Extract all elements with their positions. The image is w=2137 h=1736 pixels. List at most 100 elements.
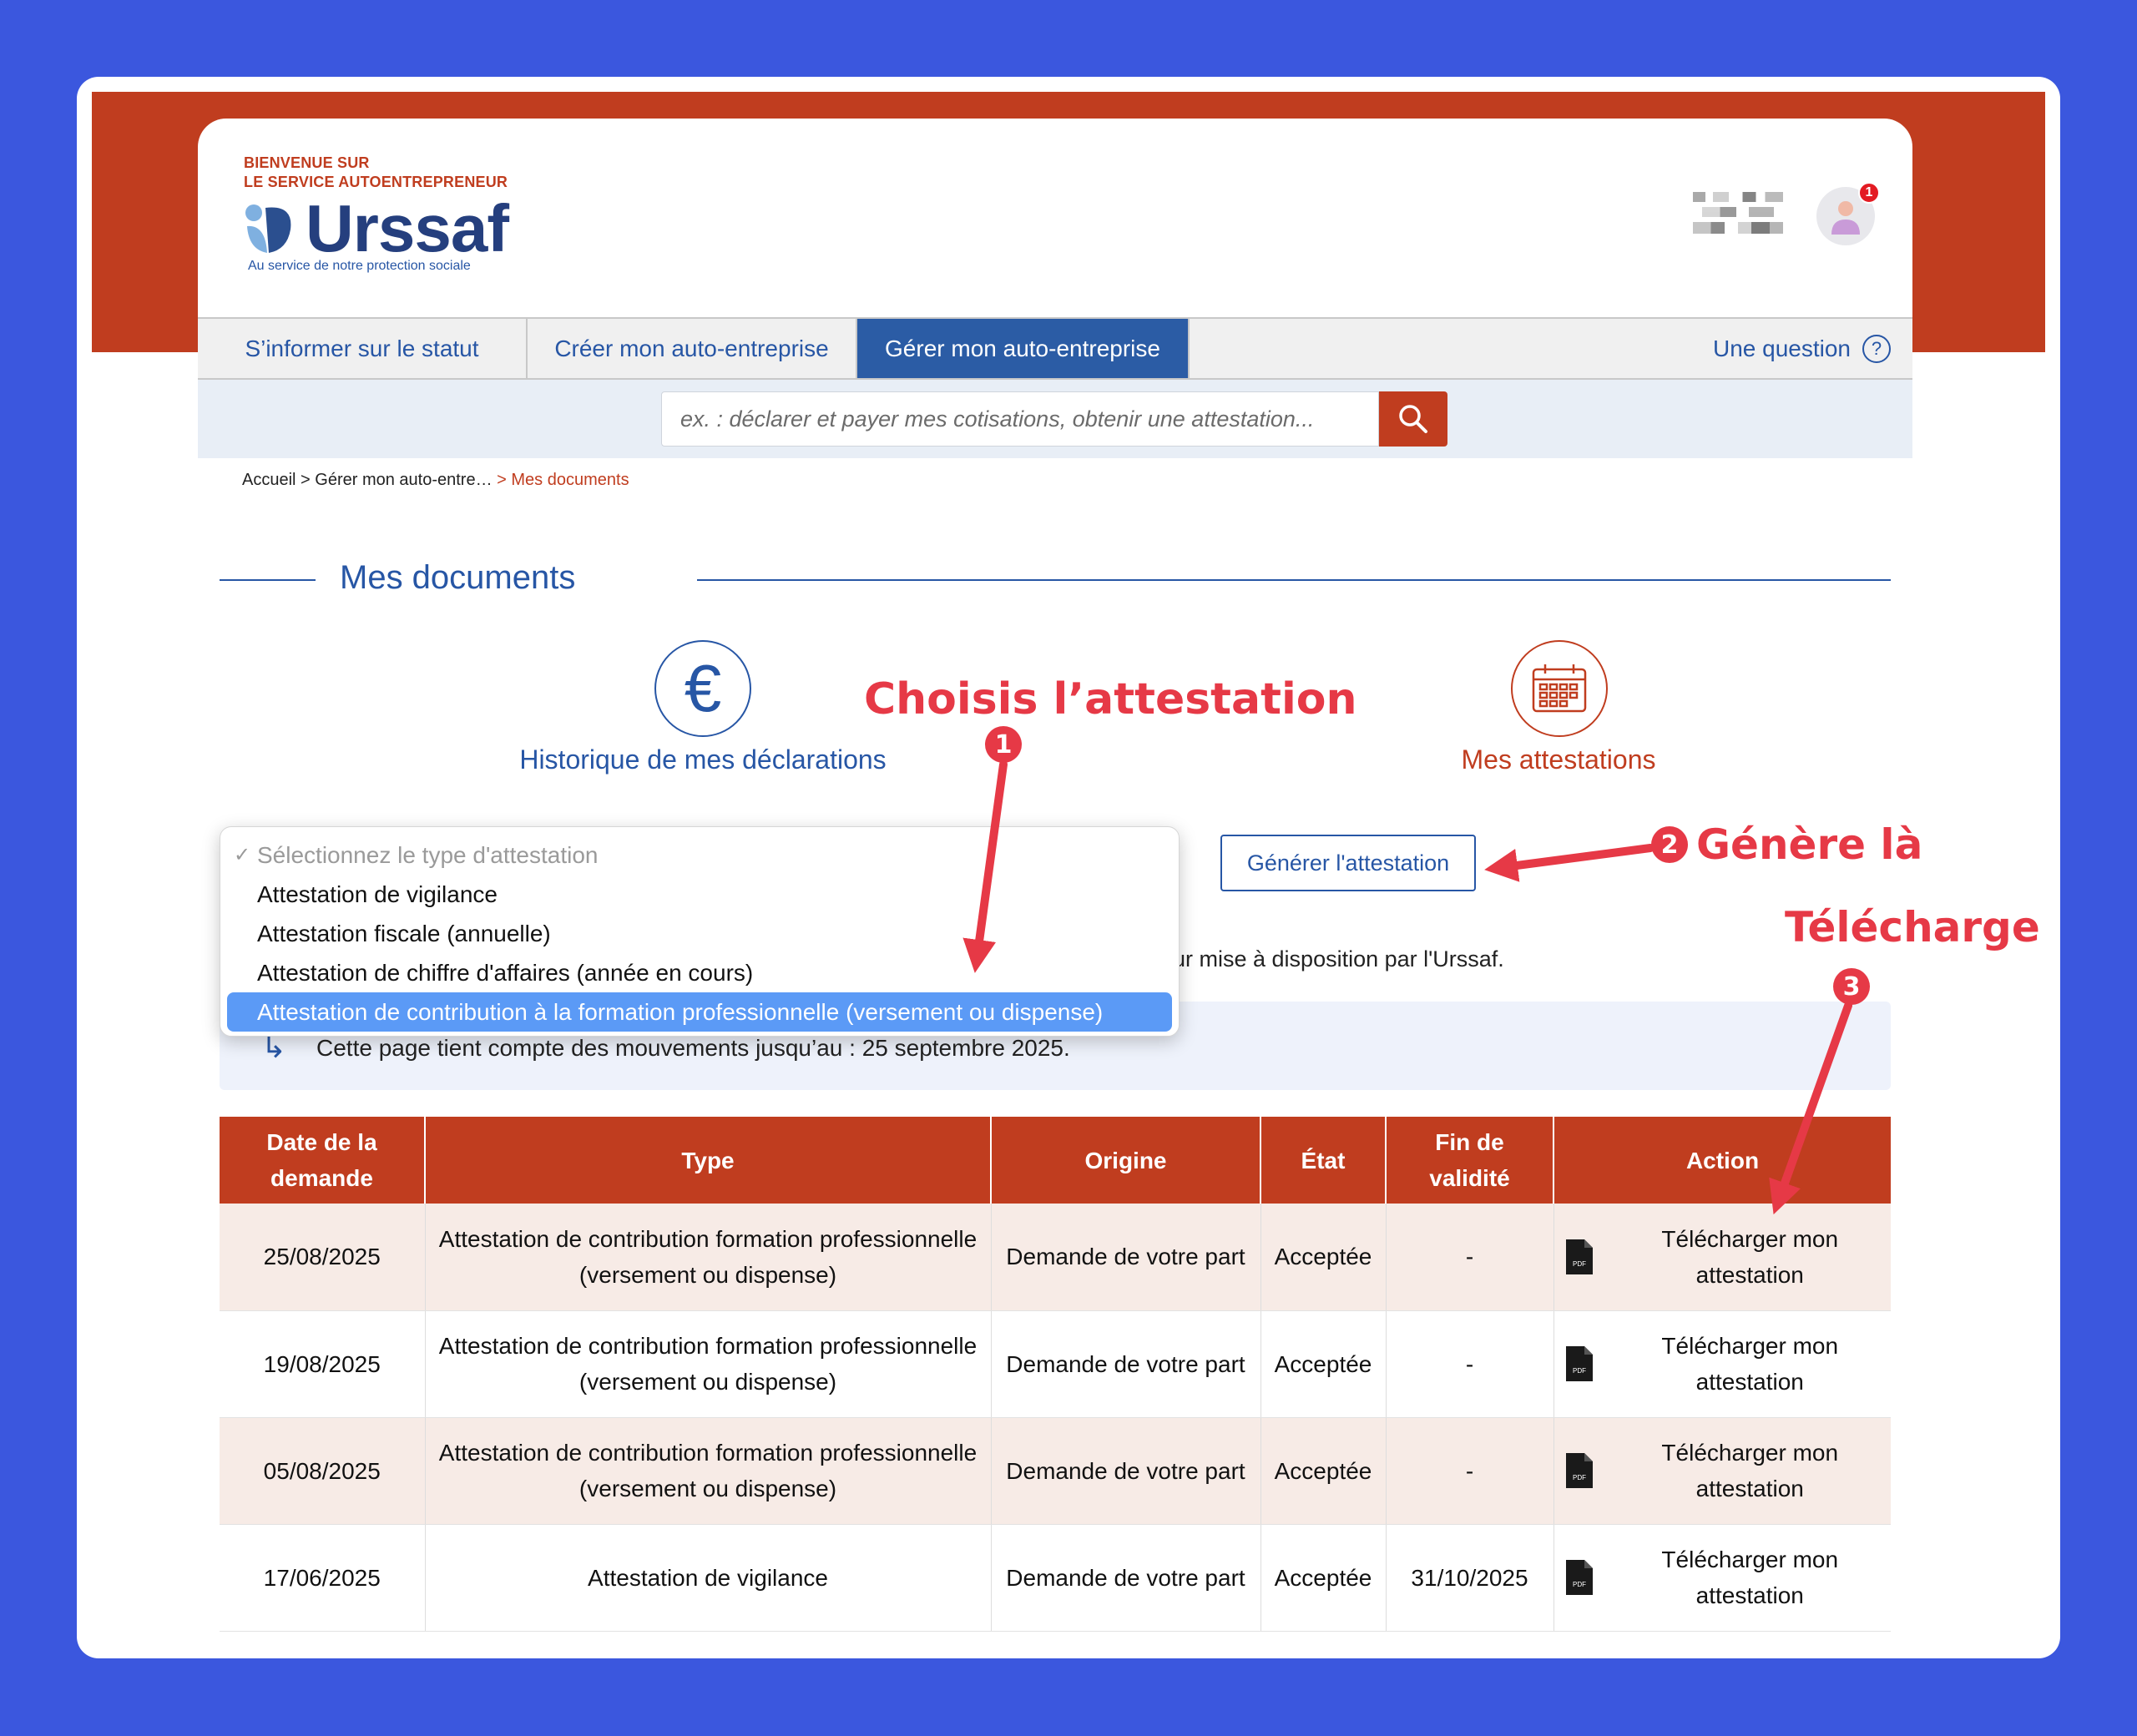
tab-gerer[interactable]: Gérer mon auto-entreprise — [857, 319, 1190, 378]
euro-icon[interactable]: € — [654, 640, 751, 737]
pdf-file-icon: PDF — [1565, 1453, 1593, 1488]
download-link[interactable]: PDF Télécharger mon attestation — [1564, 1221, 1882, 1293]
welcome-line-1: BIENVENUE SUR — [244, 154, 370, 171]
check-icon: ✓ — [234, 844, 251, 866]
pdf-file-icon: PDF — [1565, 1239, 1593, 1274]
welcome-text: BIENVENUE SUR LE SERVICE AUTOENTREPRENEU… — [244, 154, 508, 192]
cell-date: 19/08/2025 — [220, 1310, 426, 1418]
cell-action: PDF Télécharger mon attestation — [1553, 1310, 1891, 1418]
brand-tagline: Au service de notre protection sociale — [248, 259, 471, 273]
cell-state: Acceptée — [1260, 1524, 1387, 1632]
tab-informer[interactable]: S’informer sur le statut — [198, 319, 528, 378]
search-button[interactable] — [1379, 391, 1447, 447]
attestations-table: Date de la demande Type Origine État Fin… — [220, 1117, 1891, 1632]
pdf-label: PDF — [1573, 1581, 1586, 1588]
welcome-line-2: LE SERVICE AUTOENTREPRENEUR — [244, 174, 508, 190]
breadcrumb-current: > Mes documents — [497, 471, 629, 489]
help-icon: ? — [1862, 334, 1891, 363]
col-date: Date de la demande — [220, 1117, 426, 1204]
annotation-badge-2: 2 — [1651, 826, 1688, 863]
cell-validity: - — [1386, 1417, 1554, 1525]
page-title: Mes documents — [340, 559, 576, 596]
cell-origin: Demande de votre part — [991, 1204, 1261, 1311]
search-icon — [1399, 405, 1427, 433]
cell-date: 05/08/2025 — [220, 1417, 426, 1525]
notification-badge[interactable]: 1 — [1858, 182, 1880, 204]
cell-origin: Demande de votre part — [991, 1310, 1261, 1418]
annotation-step2: Génère là — [1696, 820, 1923, 869]
col-state: État — [1260, 1117, 1387, 1204]
user-icon — [1831, 201, 1860, 235]
divider — [220, 579, 316, 581]
col-action: Action — [1553, 1117, 1891, 1204]
avatar[interactable]: 1 — [1816, 182, 1880, 245]
cell-state: Acceptée — [1260, 1204, 1387, 1311]
dropdown-option[interactable]: Attestation de vigilance — [220, 875, 1179, 914]
cell-state: Acceptée — [1260, 1310, 1387, 1418]
download-link[interactable]: PDF Télécharger mon attestation — [1564, 1435, 1882, 1506]
dropdown-placeholder[interactable]: ✓ Sélectionnez le type d'attestation — [220, 835, 1179, 875]
cell-origin: Demande de votre part — [991, 1524, 1261, 1632]
info-text: ur mise à disposition par l'Urssaf. — [1173, 946, 1504, 971]
annotation-badge-1: 1 — [985, 726, 1022, 763]
page-card: BIENVENUE SUR LE SERVICE AUTOENTREPRENEU… — [198, 119, 1912, 1654]
download-label: Télécharger mon attestation — [1661, 1547, 1839, 1608]
col-origin: Origine — [991, 1117, 1261, 1204]
col-validity: Fin de validité — [1386, 1117, 1554, 1204]
question-link[interactable]: Une question ? — [1713, 319, 1891, 378]
cell-type: Attestation de contribution formation pr… — [425, 1417, 992, 1525]
cell-validity: - — [1386, 1310, 1554, 1418]
table-row: 19/08/2025 Attestation de contribution fo… — [220, 1310, 1891, 1418]
search-input[interactable]: ex. : déclarer et payer mes cotisations,… — [661, 391, 1379, 447]
info-box-text: Cette page tient compte des mouvements j… — [316, 1035, 1070, 1061]
urssaf-logo[interactable]: Urssaf — [244, 191, 509, 265]
pdf-label: PDF — [1573, 1474, 1586, 1481]
history-link[interactable]: Historique de mes déclarations — [440, 744, 966, 775]
pdf-file-icon: PDF — [1565, 1560, 1593, 1595]
pdf-file-icon: PDF — [1565, 1346, 1593, 1381]
download-label: Télécharger mon attestation — [1661, 1440, 1839, 1501]
table-header-row: Date de la demande Type Origine État Fin… — [220, 1117, 1891, 1204]
section-header: Mes documents — [198, 553, 1912, 603]
pdf-label: PDF — [1573, 1367, 1586, 1375]
download-link[interactable]: PDF Télécharger mon attestation — [1564, 1542, 1882, 1613]
dropdown-option[interactable]: Attestation fiscale (annuelle) — [220, 914, 1179, 953]
table-row: 05/08/2025 Attestation de contribution fo… — [220, 1417, 1891, 1525]
main-nav: S’informer sur le statut Créer mon auto-… — [198, 317, 1912, 380]
cell-date: 17/06/2025 — [220, 1524, 426, 1632]
cell-validity: - — [1386, 1204, 1554, 1311]
download-link[interactable]: PDF Télécharger mon attestation — [1564, 1328, 1882, 1400]
generate-attestation-button[interactable]: Générer l'attestation — [1220, 835, 1476, 891]
search-bar: ex. : déclarer et payer mes cotisations,… — [198, 380, 1912, 458]
cell-action: PDF Télécharger mon attestation — [1553, 1524, 1891, 1632]
dropdown-option-selected[interactable]: Attestation de contribution à la formati… — [227, 992, 1172, 1032]
question-label: Une question — [1712, 335, 1851, 361]
cell-date: 25/08/2025 — [220, 1204, 426, 1311]
attestations-link[interactable]: Mes attestations — [1367, 744, 1751, 775]
breadcrumb: Accueil > Gérer mon auto-entre… > Mes do… — [242, 471, 629, 490]
dropdown-option[interactable]: Attestation de chiffre d'affaires (année… — [220, 953, 1179, 992]
annotation-step3: Télécharge — [1785, 903, 2040, 951]
cell-action: PDF Télécharger mon attestation — [1553, 1417, 1891, 1525]
cell-type: Attestation de contribution formation pr… — [425, 1204, 992, 1311]
annotation-badge-3: 3 — [1833, 968, 1870, 1005]
blurred-username — [1693, 192, 1783, 240]
col-type: Type — [425, 1117, 992, 1204]
dropdown-placeholder-label: Sélectionnez le type d'attestation — [257, 841, 599, 868]
cell-type: Attestation de contribution formation pr… — [425, 1310, 992, 1418]
calendar-icon[interactable] — [1511, 640, 1608, 737]
cell-type: Attestation de vigilance — [425, 1524, 992, 1632]
user-area[interactable]: 1 — [1693, 182, 1880, 245]
urssaf-logo-icon — [245, 204, 291, 253]
cell-origin: Demande de votre part — [991, 1417, 1261, 1525]
breadcrumb-path[interactable]: Accueil > Gérer mon auto-entre… — [242, 471, 493, 489]
brand-name: Urssaf — [306, 191, 509, 265]
cell-action: PDF Télécharger mon attestation — [1553, 1204, 1891, 1311]
pdf-label: PDF — [1573, 1260, 1586, 1268]
tab-creer[interactable]: Créer mon auto-entreprise — [528, 319, 857, 378]
cell-validity: 31/10/2025 — [1386, 1524, 1554, 1632]
table-row: 25/08/2025 Attestation de contribution fo… — [220, 1204, 1891, 1311]
attestation-type-dropdown[interactable]: ✓ Sélectionnez le type d'attestation Att… — [220, 826, 1180, 1037]
divider — [697, 579, 1891, 581]
table-row: 17/06/2025 Attestation de vigilance Demand… — [220, 1524, 1891, 1632]
